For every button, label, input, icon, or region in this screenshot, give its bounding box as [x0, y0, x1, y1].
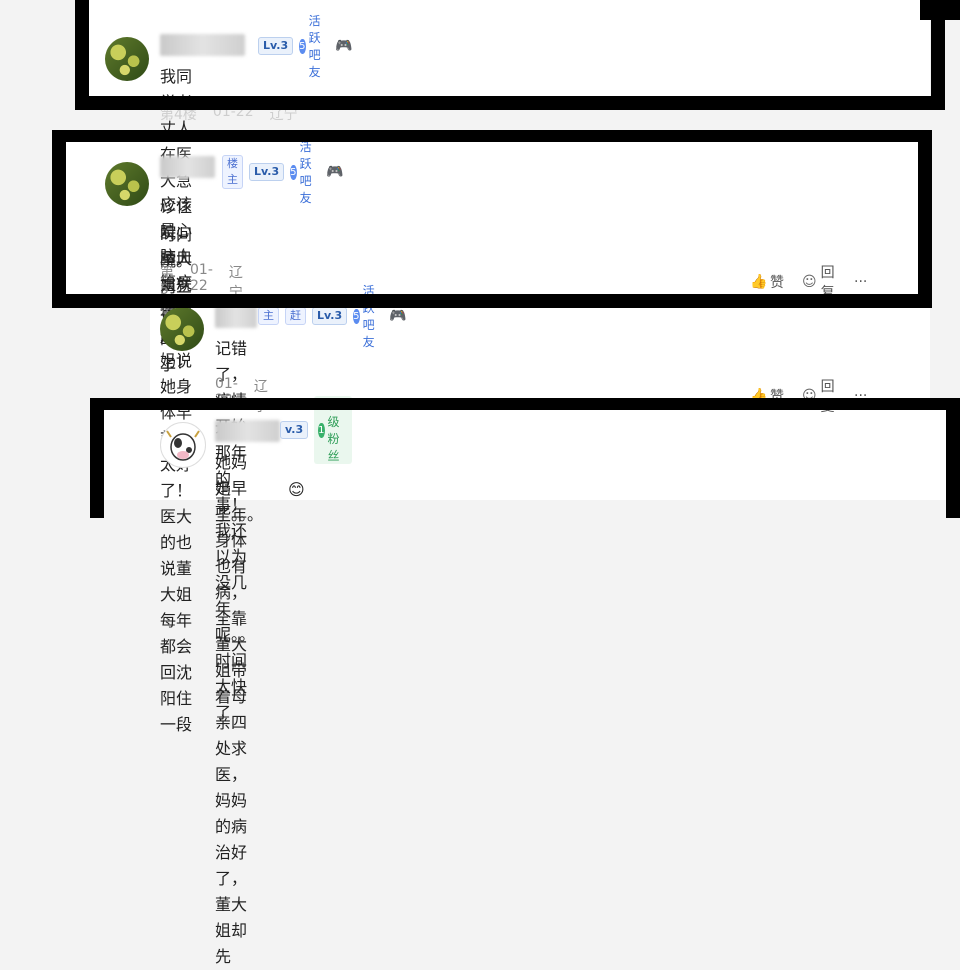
avatar[interactable] — [160, 307, 204, 351]
comment-text-line-1: 她妈妈早些年身体也有病，全靠董大姐带着母亲四处求医，妈妈的病治好了，董大姐却先 — [215, 453, 248, 966]
badge-row: 主 赶 Lv.3 5 活跃吧友 🎮 — [258, 284, 407, 349]
active-level-icon: 5 — [353, 308, 360, 324]
highlight-frame-2 — [52, 130, 932, 308]
highlight-frame-1 — [75, 0, 945, 110]
username-blurred — [215, 306, 257, 328]
black-edge-top-right — [920, 0, 960, 20]
level-badge: Lv.3 — [312, 307, 348, 325]
host-badge-partial: 主 — [258, 307, 279, 325]
gamepad-icon: 🎮 — [389, 308, 407, 324]
host-badge-2-partial: 赶 — [285, 307, 306, 325]
highlight-frame-4 — [90, 398, 960, 518]
